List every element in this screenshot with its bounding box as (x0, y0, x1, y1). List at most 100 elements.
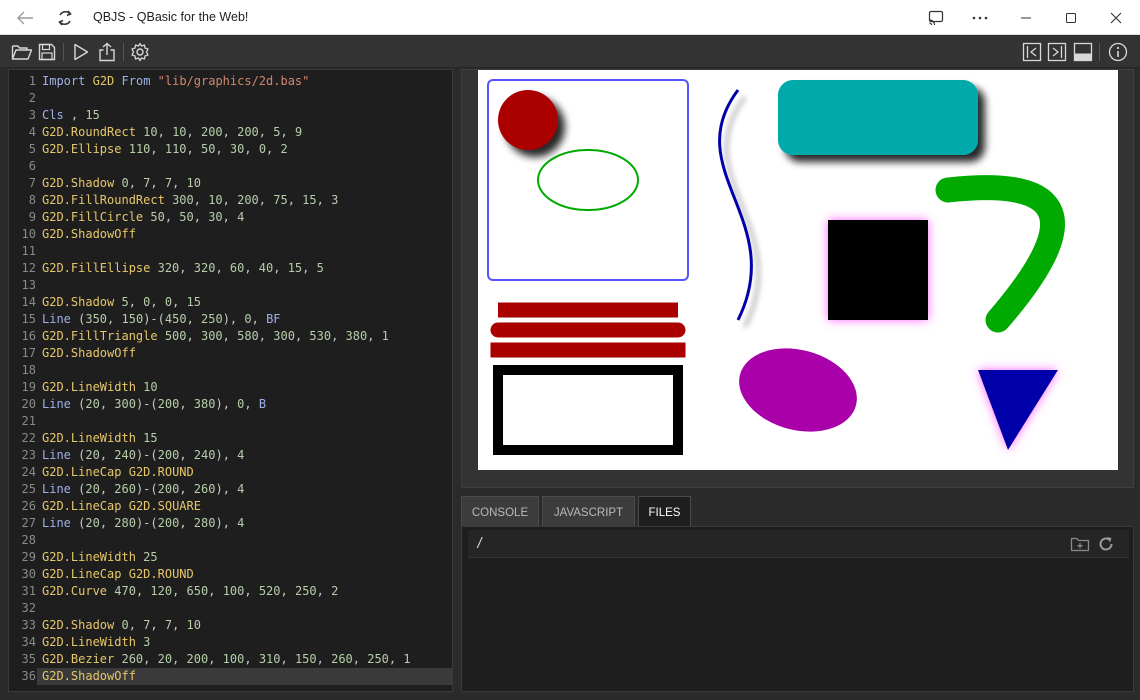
run-button[interactable] (69, 40, 93, 64)
code-line[interactable]: G2D.FillTriangle 500, 300, 580, 300, 530… (42, 328, 389, 345)
info-icon (1108, 42, 1128, 62)
bottom-panel-icon (1073, 42, 1093, 62)
line-number: 25 (21, 482, 36, 496)
code-line[interactable]: G2D.Ellipse 110, 110, 50, 30, 0, 2 (42, 141, 288, 158)
code-line[interactable]: Line (20, 300)-(200, 380), 0, B (42, 396, 266, 413)
code-line[interactable]: G2D.FillCircle 50, 50, 30, 4 (42, 209, 244, 226)
collapse-right-button[interactable] (1045, 40, 1069, 64)
code-line[interactable]: Line (350, 150)-(450, 250), 0, BF (42, 311, 281, 328)
code-line[interactable]: G2D.Shadow 0, 7, 7, 10 (42, 617, 201, 634)
new-folder-button[interactable] (1069, 534, 1091, 554)
save-button[interactable] (35, 40, 59, 64)
more-options-button[interactable] (962, 0, 998, 35)
line-number: 5 (28, 142, 36, 156)
refresh-icon (1099, 537, 1113, 551)
app-window: QBJS - QBasic for the Web! 1 2 3 4 5 6 7… (0, 0, 1140, 700)
line-number: 3 (28, 108, 36, 122)
line-number: 23 (21, 448, 36, 462)
line-number: 12 (21, 261, 36, 275)
panel-splitter[interactable] (453, 69, 461, 692)
back-button[interactable] (8, 0, 42, 35)
minimize-button[interactable] (1008, 0, 1044, 35)
filled-ellipse (739, 348, 857, 432)
code-line[interactable]: Line (20, 240)-(200, 240), 4 (42, 447, 244, 464)
code-line[interactable]: G2D.LineWidth 25 (42, 549, 158, 566)
line-number: 36 (21, 669, 36, 683)
share-icon (99, 42, 115, 62)
refresh-button[interactable] (1095, 534, 1117, 554)
line-number-gutter: 1 2 3 4 5 6 7 8 9 10 11 12 13 14 15 16 17 18 19 20 21 22 23 24 2… (9, 70, 37, 691)
line-number: 1 (28, 74, 36, 88)
code-line[interactable]: G2D.ShadowOff (42, 345, 136, 362)
toolbar-separator (63, 43, 64, 61)
code-line[interactable]: G2D.LineCap G2D.SQUARE (42, 498, 201, 515)
code-line[interactable]: G2D.FillRoundRect 300, 10, 200, 75, 15, … (42, 192, 338, 209)
line-number: 30 (21, 567, 36, 581)
code-line[interactable]: G2D.LineWidth 3 (42, 634, 150, 651)
settings-button[interactable] (128, 40, 152, 64)
line-number: 15 (21, 312, 36, 326)
maximize-button[interactable] (1053, 0, 1089, 35)
open-button[interactable] (10, 40, 34, 64)
line-number: 35 (21, 652, 36, 666)
filled-round-rect (778, 80, 978, 155)
new-folder-icon (1070, 537, 1090, 552)
code-line[interactable]: G2D.LineCap G2D.ROUND (42, 464, 194, 481)
graphics-canvas[interactable] (478, 70, 1118, 470)
close-button[interactable] (1098, 0, 1134, 35)
toggle-bottom-panel-button[interactable] (1071, 40, 1095, 64)
cast-icon (928, 10, 944, 25)
code-line[interactable]: Cls , 15 (42, 107, 100, 124)
close-icon (1110, 12, 1122, 23)
code-line[interactable]: G2D.LineWidth 10 (42, 379, 158, 396)
files-pane: / (461, 526, 1134, 692)
code-line[interactable]: G2D.ShadowOff (42, 226, 136, 243)
line-number: 27 (21, 516, 36, 530)
filled-circle (498, 90, 558, 150)
collapse-left-button[interactable] (1020, 40, 1044, 64)
line-number: 33 (21, 618, 36, 632)
filled-triangle (978, 370, 1058, 450)
line-number: 22 (21, 431, 36, 445)
code-line[interactable]: G2D.Shadow 0, 7, 7, 10 (42, 175, 201, 192)
arrow-left-icon (17, 11, 33, 24)
line-number: 34 (21, 635, 36, 649)
tab-console[interactable]: CONSOLE (461, 496, 539, 526)
line-number: 11 (21, 244, 36, 258)
code-line[interactable]: G2D.Bezier 260, 20, 200, 100, 310, 150, … (42, 651, 411, 668)
code-line[interactable]: G2D.ShadowOff (37, 668, 452, 685)
reload-button[interactable] (48, 0, 82, 35)
save-icon (38, 43, 56, 61)
code-line[interactable]: Line (20, 260)-(200, 260), 4 (42, 481, 244, 498)
code-line[interactable]: G2D.Curve 470, 120, 650, 100, 520, 250, … (42, 583, 338, 600)
info-button[interactable] (1106, 40, 1130, 64)
line-number: 29 (21, 550, 36, 564)
line-number: 28 (21, 533, 36, 547)
line-number: 2 (28, 91, 36, 105)
run-icon (74, 43, 89, 61)
filled-black-box (828, 220, 928, 320)
cast-button[interactable] (918, 0, 954, 35)
code-line[interactable]: G2D.FillEllipse 320, 320, 60, 40, 15, 5 (42, 260, 324, 277)
reload-icon (58, 9, 72, 26)
code-line[interactable]: G2D.LineWidth 15 (42, 430, 158, 447)
bottom-panel: CONSOLE JAVASCRIPT FILES / (461, 494, 1134, 692)
code-line[interactable]: Import G2D From "lib/graphics/2d.bas" (42, 73, 309, 90)
line-number: 32 (21, 601, 36, 615)
code-line[interactable]: G2D.Shadow 5, 0, 0, 15 (42, 294, 201, 311)
tab-files[interactable]: FILES (638, 496, 691, 526)
line-number: 20 (21, 397, 36, 411)
code-editor[interactable]: 1 2 3 4 5 6 7 8 9 10 11 12 13 14 15 16 17 18 19 20 21 22 23 24 2… (8, 69, 453, 692)
bezier-curve (718, 89, 753, 321)
tab-javascript[interactable]: JAVASCRIPT (542, 496, 635, 526)
code-line[interactable]: G2D.LineCap G2D.ROUND (42, 566, 194, 583)
title-bar: QBJS - QBasic for the Web! (0, 0, 1140, 35)
line-number: 8 (28, 193, 36, 207)
line-number: 9 (28, 210, 36, 224)
thick-box-outline (493, 365, 683, 455)
code-line[interactable]: Line (20, 280)-(200, 280), 4 (42, 515, 244, 532)
share-button[interactable] (95, 40, 119, 64)
toolbar-separator (123, 43, 124, 61)
toolbar-separator (1099, 43, 1100, 61)
code-line[interactable]: G2D.RoundRect 10, 10, 200, 200, 5, 9 (42, 124, 302, 141)
